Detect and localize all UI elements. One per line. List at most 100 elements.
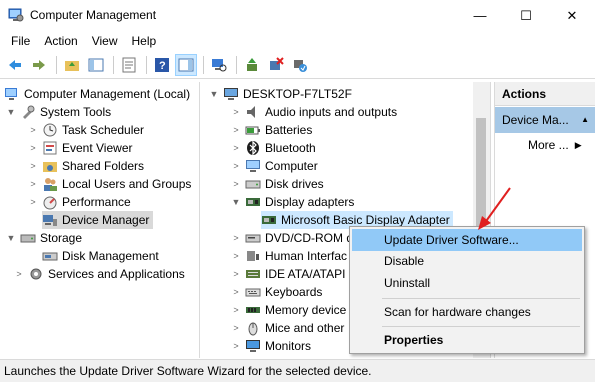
chevron-right-icon[interactable]: > [28,125,38,135]
device-item-dvd[interactable]: > DVD/CD-ROM d [231,229,353,247]
chevron-right-icon[interactable]: > [231,179,241,189]
menu-action[interactable]: Action [37,31,84,52]
chevron-right-icon[interactable]: > [231,143,241,153]
chevron-right-icon[interactable]: > [231,161,241,171]
device-manager-icon [43,215,57,226]
device-label-keyboards: Keyboards [265,285,323,299]
tree-label-shared-folders: Shared Folders [62,159,145,173]
tree-item-local-users[interactable]: > Local Users and Groups [28,175,191,193]
chevron-right-icon[interactable]: > [231,251,241,261]
title-bar: Computer Management — ☐ ✕ [0,0,595,31]
device-item-memory[interactable]: > Memory device [231,301,346,319]
chevron-right-icon[interactable]: > [28,143,38,153]
tree-item-task-scheduler[interactable]: > Task Scheduler [28,121,144,139]
device-item-display-adapters[interactable]: ▼ Display adapters [231,193,355,211]
device-item-monitors[interactable]: > Monitors [231,337,311,355]
toolbar-separator [146,56,147,74]
event-viewer-icon [43,141,57,155]
console-tree-pane: Computer Management (Local) ▼ System Too… [0,82,200,358]
uninstall-device-button[interactable] [265,54,287,76]
show-hide-tree-button[interactable] [85,54,107,76]
chevron-right-icon[interactable]: > [231,125,241,135]
device-label-dvd: DVD/CD-ROM d [265,231,354,245]
device-label-display-adapters: Display adapters [265,195,355,209]
update-driver-icon [247,58,257,71]
chevron-right-icon[interactable]: > [231,233,241,243]
bluetooth-icon [247,140,259,156]
menu-help[interactable]: Help [125,31,164,52]
dvd-drive-icon [245,234,261,243]
chevron-right-icon[interactable]: > [28,179,38,189]
folder-up-icon [65,61,79,71]
device-item-hid[interactable]: > Human Interfac [231,247,347,265]
device-item-keyboards[interactable]: > Keyboards [231,283,322,301]
help-toolbar-button[interactable]: ? [151,54,173,76]
chevron-right-icon[interactable]: > [28,197,38,207]
minimize-button[interactable]: — [457,0,503,31]
device-label-computer-name: DESKTOP-F7LT52F [243,87,352,101]
device-item-disk-drives[interactable]: > Disk drives [231,175,323,193]
actions-more-item[interactable]: More ... ▶ [528,136,582,154]
chevron-down-icon[interactable]: ▼ [6,233,16,243]
menu-update-driver[interactable]: Update Driver Software... [352,229,582,251]
enable-device-button[interactable] [289,54,311,76]
close-button[interactable]: ✕ [549,0,595,31]
toolbar: ? [0,52,595,79]
device-label-bluetooth: Bluetooth [265,141,316,155]
chevron-right-icon[interactable]: > [14,269,24,279]
clock-icon [43,123,57,137]
chevron-right-icon[interactable]: > [231,107,241,117]
speaker-icon [247,106,255,118]
disk-management-icon [42,252,58,261]
device-item-bluetooth[interactable]: > Bluetooth [231,139,316,157]
actions-selected-label: Device Ma... [502,113,569,127]
tree-item-device-manager[interactable]: Device Manager [42,211,154,229]
toolbar-separator [236,56,237,74]
chevron-right-icon[interactable]: > [231,341,241,351]
menu-file[interactable]: File [4,31,37,52]
scan-hardware-button[interactable] [208,54,230,76]
chevron-right-icon[interactable]: > [231,269,241,279]
update-driver-button[interactable] [241,54,263,76]
chevron-down-icon[interactable]: ▼ [209,89,219,99]
device-item-ide[interactable]: > IDE ATA/ATAPI c [231,265,354,283]
device-item-batteries[interactable]: > Batteries [231,121,312,139]
menu-properties[interactable]: Properties [352,329,582,351]
back-button[interactable] [4,54,26,76]
device-root[interactable]: ▼ DESKTOP-F7LT52F [209,85,352,103]
back-arrow-icon [9,60,21,70]
menu-uninstall[interactable]: Uninstall [352,272,582,294]
tree-item-shared-folders[interactable]: > Shared Folders [28,157,144,175]
tree-item-root[interactable]: Computer Management (Local) [4,85,190,103]
chevron-right-icon[interactable]: > [231,305,241,315]
action-pane-button[interactable] [175,54,197,76]
svg-text:?: ? [159,60,166,72]
chevron-right-icon[interactable]: > [231,287,241,297]
window-title: Computer Management [30,8,157,22]
menu-separator [382,298,580,299]
forward-button[interactable] [28,54,50,76]
chevron-right-icon[interactable]: > [231,323,241,333]
tree-item-services[interactable]: > Services and Applications [14,265,184,283]
chevron-right-icon[interactable]: > [28,161,38,171]
device-item-mice[interactable]: > Mice and other [231,319,344,337]
tree-item-storage[interactable]: ▼ Storage [6,229,83,247]
status-text: Launches the Update Driver Software Wiza… [4,364,372,378]
device-item-audio[interactable]: > Audio inputs and outputs [231,103,397,121]
tree-item-disk-management[interactable]: Disk Management [42,247,159,265]
hid-icon [247,251,259,261]
up-folder-button[interactable] [61,54,83,76]
device-item-computer[interactable]: > Computer [231,157,317,175]
chevron-down-icon[interactable]: ▼ [231,197,241,207]
menu-view[interactable]: View [85,31,125,52]
tree-item-performance[interactable]: > Performance [28,193,131,211]
maximize-button[interactable]: ☐ [503,0,549,31]
collapse-icon[interactable]: ▲ [581,107,589,133]
chevron-down-icon[interactable]: ▼ [6,107,16,117]
menu-scan-hardware[interactable]: Scan for hardware changes [352,301,582,323]
menu-disable[interactable]: Disable [352,250,582,272]
actions-device-manager[interactable]: Device Ma... ▲ [495,107,595,133]
properties-toolbar-button[interactable] [118,54,140,76]
tree-item-event-viewer[interactable]: > Event Viewer [28,139,132,157]
tree-item-system-tools[interactable]: ▼ System Tools [6,103,111,121]
